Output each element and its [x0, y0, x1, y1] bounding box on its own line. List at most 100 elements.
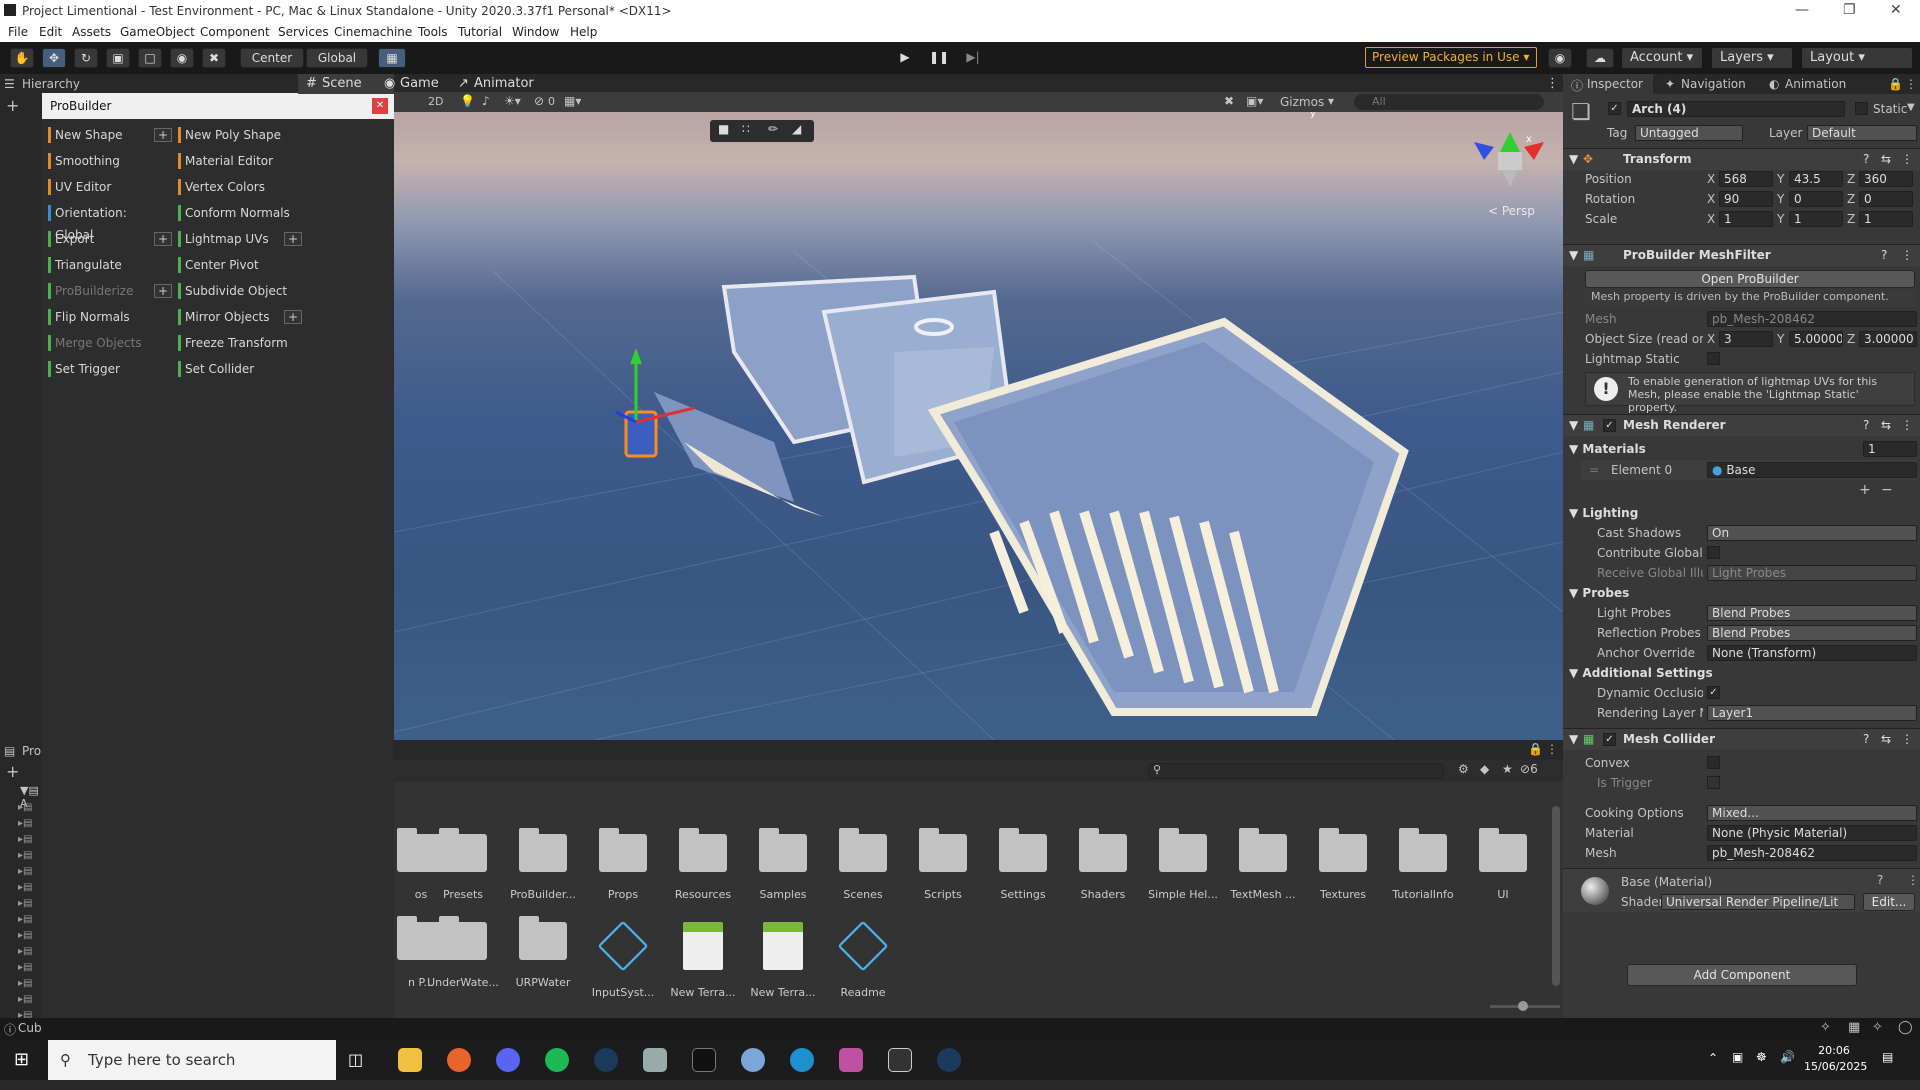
asset-folder[interactable]: UI — [1464, 828, 1542, 901]
tab-animation[interactable]: Animation — [1785, 77, 1846, 91]
add-component-button[interactable]: Add Component — [1627, 964, 1857, 986]
asset-folder[interactable]: UnderWate... — [424, 916, 502, 989]
lightmap-static-checkbox[interactable] — [1707, 352, 1720, 365]
probuilder-action[interactable]: Orientation: Global — [48, 202, 168, 242]
cache-icon[interactable]: ▦ — [1848, 1020, 1860, 1035]
layer-dropdown[interactable]: Default — [1807, 125, 1917, 141]
open-probuilder-button[interactable]: Open ProBuilder — [1585, 270, 1915, 288]
pause-icon[interactable]: ❚❚ — [926, 48, 952, 68]
asset-folder[interactable]: Settings — [984, 828, 1062, 901]
menu-tutorial[interactable]: Tutorial — [458, 25, 502, 39]
lighting-foldout[interactable]: ▼ Lighting — [1569, 506, 1638, 520]
asset-folder[interactable]: TutorialInfo — [1384, 828, 1462, 901]
filter-label-icon[interactable]: ◆ — [1480, 762, 1489, 776]
probuilder-action[interactable]: Set Collider — [178, 358, 298, 380]
photos-icon[interactable] — [839, 1048, 863, 1072]
anchor-override-field[interactable]: None (Transform) — [1707, 645, 1917, 661]
probuilder-action[interactable]: Flip Normals — [48, 306, 168, 328]
asset-folder[interactable]: URPWater — [504, 916, 582, 989]
menu-cinemachine[interactable]: Cinemachine — [334, 25, 412, 39]
help-icon[interactable]: ? — [1863, 149, 1869, 170]
remove-element-icon[interactable]: − — [1881, 482, 1893, 498]
restore-icon[interactable]: ❐ — [1843, 2, 1856, 18]
probuilder-action[interactable]: Material Editor — [178, 150, 298, 172]
hierarchy-add-icon[interactable]: + — [6, 96, 19, 115]
asset-folder[interactable]: Simple Hel... — [1144, 828, 1222, 901]
size-x-field[interactable]: 3 — [1719, 331, 1773, 347]
hand-tool-icon[interactable]: ✋ — [10, 48, 34, 68]
menu-tools[interactable]: Tools — [418, 25, 448, 39]
hidden-objects-icon[interactable]: ⊘ — [534, 94, 544, 108]
tray-app-icon[interactable]: ▣ — [1732, 1050, 1743, 1064]
asset-folder[interactable]: ProBuilder... — [504, 828, 582, 901]
drag-handle-icon[interactable]: = — [1589, 463, 1599, 477]
element-material-field[interactable]: ● Base — [1707, 462, 1917, 478]
vertex-mode-icon[interactable]: ∷ — [742, 122, 750, 136]
probuilder-action[interactable]: New Poly Shape — [178, 124, 298, 146]
probes-foldout[interactable]: ▼ Probes — [1569, 586, 1629, 600]
action-options-icon[interactable]: + — [154, 284, 172, 298]
layout-dropdown[interactable]: Layout ▾ — [1802, 48, 1912, 68]
bug-icon[interactable]: ✧ — [1820, 1020, 1831, 1035]
spotify-icon[interactable] — [545, 1048, 569, 1072]
object-name-field[interactable]: Arch (4) — [1627, 101, 1845, 117]
asset-folder[interactable]: Textures — [1304, 828, 1382, 901]
rotation-y-field[interactable]: 0 — [1789, 191, 1843, 207]
clock-date[interactable]: 15/06/2025 — [1804, 1060, 1867, 1073]
tab-inspector[interactable]: Inspector — [1587, 77, 1643, 91]
cast-shadows-dropdown[interactable]: On — [1707, 525, 1917, 541]
asset-folder[interactable]: Shaders — [1064, 828, 1142, 901]
probuilder-action[interactable]: UV Editor — [48, 176, 168, 198]
position-x-field[interactable]: 568 — [1719, 171, 1773, 187]
scale-z-field[interactable]: 1 — [1859, 211, 1913, 227]
component-menu-icon[interactable]: ⋮ — [1901, 415, 1913, 436]
probuilder-action[interactable]: Center Pivot — [178, 254, 298, 276]
menu-services[interactable]: Services — [278, 25, 329, 39]
effects-icon[interactable]: ☀▾ — [504, 94, 521, 108]
probuilder-action[interactable]: ProBuilderize — [48, 280, 168, 302]
probuilder-close-icon[interactable]: ✕ — [372, 98, 388, 114]
face-mode-icon[interactable]: ◢ — [792, 122, 801, 136]
tools-icon[interactable]: ✖ — [1224, 94, 1234, 108]
gizmos-dropdown-icon[interactable]: ▾ — [1328, 94, 1334, 108]
project-add-icon[interactable]: + — [6, 762, 19, 781]
perspective-label[interactable]: < Persp — [1488, 204, 1535, 218]
transform-tool-icon[interactable]: ◉ — [170, 48, 194, 68]
help-icon[interactable]: ? — [1863, 729, 1869, 750]
scene-viewport[interactable]: ■ ∷ ✏ ◢ y x < Persp — [394, 112, 1563, 740]
probuilder-action[interactable]: Mirror Objects — [178, 306, 298, 328]
dynamic-occlusion-checkbox[interactable]: ✓ — [1707, 686, 1720, 699]
reflection-probes-dropdown[interactable]: Blend Probes — [1707, 625, 1917, 641]
zoom-slider-handle[interactable] — [1518, 1001, 1528, 1011]
menu-window[interactable]: Window — [512, 25, 559, 39]
probuilder-action[interactable]: Merge Objects — [48, 332, 168, 354]
filter-type-icon[interactable]: ⚙ — [1458, 762, 1469, 776]
close-icon[interactable]: ✕ — [1890, 2, 1902, 18]
gizmos-button[interactable]: Gizmos — [1280, 95, 1324, 109]
unity-taskbar-icon[interactable] — [888, 1048, 912, 1072]
step-icon[interactable]: ▶| — [960, 48, 986, 68]
probuilder-action[interactable]: Lightmap UVs — [178, 228, 298, 250]
firefox-icon[interactable] — [447, 1048, 471, 1072]
asset-file[interactable]: New Terra... — [744, 922, 822, 999]
progress-icon[interactable]: ◯ — [1898, 1020, 1913, 1035]
paint-icon[interactable] — [741, 1048, 765, 1072]
scale-y-field[interactable]: 1 — [1789, 211, 1843, 227]
favorite-icon[interactable]: ★ — [1502, 762, 1513, 776]
probuilder-action[interactable]: Subdivide Object — [178, 280, 298, 302]
menu-file[interactable]: File — [8, 25, 28, 39]
edge-mode-icon[interactable]: ✏ — [768, 122, 778, 136]
draw-mode-2d-button[interactable]: 2D — [428, 95, 443, 108]
tab-scene[interactable]: Scene — [322, 76, 362, 91]
scene-search-input[interactable]: All — [1354, 94, 1544, 110]
contribute-gi-checkbox[interactable] — [1707, 546, 1720, 559]
asset-folder[interactable]: Samples — [744, 828, 822, 901]
taskbar-search-input[interactable]: ⚲ Type here to search — [48, 1040, 336, 1080]
account-dropdown[interactable]: Account ▾ — [1622, 48, 1702, 68]
hidden-packages-icon[interactable]: ⊘6 — [1520, 762, 1538, 776]
static-chevron-down-icon[interactable]: ▼ — [1907, 102, 1915, 113]
pivot-global-button[interactable]: Global — [306, 48, 368, 68]
asset-folder[interactable]: Scenes — [824, 828, 902, 901]
play-icon[interactable]: ▶ — [892, 48, 918, 68]
panel-menu-icon[interactable]: ⋮ — [1546, 742, 1558, 756]
